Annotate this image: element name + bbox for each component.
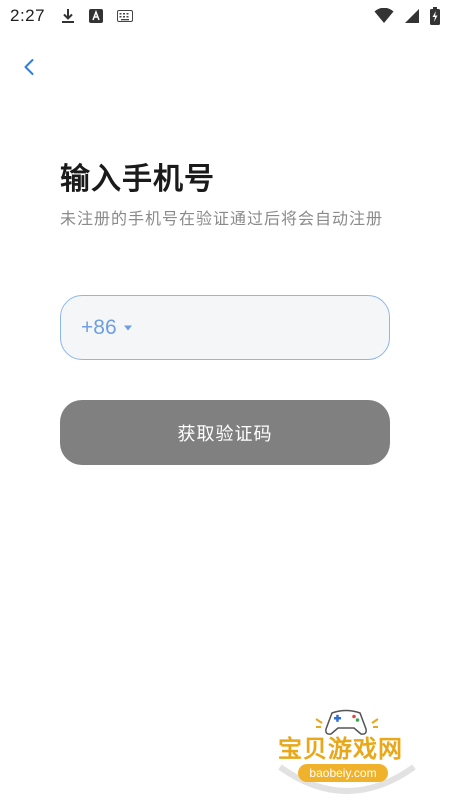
phone-number-input[interactable] — [132, 296, 412, 359]
caret-down-icon — [123, 324, 133, 332]
country-code-label: +86 — [81, 315, 117, 339]
chevron-left-icon — [23, 58, 35, 76]
status-bar: 2:27 — [0, 0, 450, 32]
phone-field: +86 — [60, 295, 412, 360]
wifi-icon — [374, 8, 394, 24]
watermark-domain: baobeiy.com — [298, 764, 388, 782]
status-system-icons — [374, 7, 440, 25]
a-badge-icon — [89, 9, 104, 23]
keyboard-icon — [117, 10, 134, 22]
page-subtitle: 未注册的手机号在验证通过后将会自动注册 — [60, 209, 384, 228]
battery-charging-icon — [430, 7, 440, 25]
back-button[interactable] — [16, 54, 42, 80]
get-verification-code-button[interactable]: 获取验证码 — [60, 400, 390, 465]
download-icon — [61, 8, 75, 24]
status-notification-icons — [61, 8, 134, 24]
status-time: 2:27 — [10, 6, 46, 25]
page-title: 输入手机号 — [60, 162, 215, 197]
watermark-logo: 宝贝游戏网 baobeiy.com — [272, 705, 422, 795]
signal-icon — [404, 8, 420, 24]
watermark-brand: 宝贝游戏网 — [278, 735, 403, 763]
country-code-selector[interactable]: +86 — [81, 316, 133, 340]
